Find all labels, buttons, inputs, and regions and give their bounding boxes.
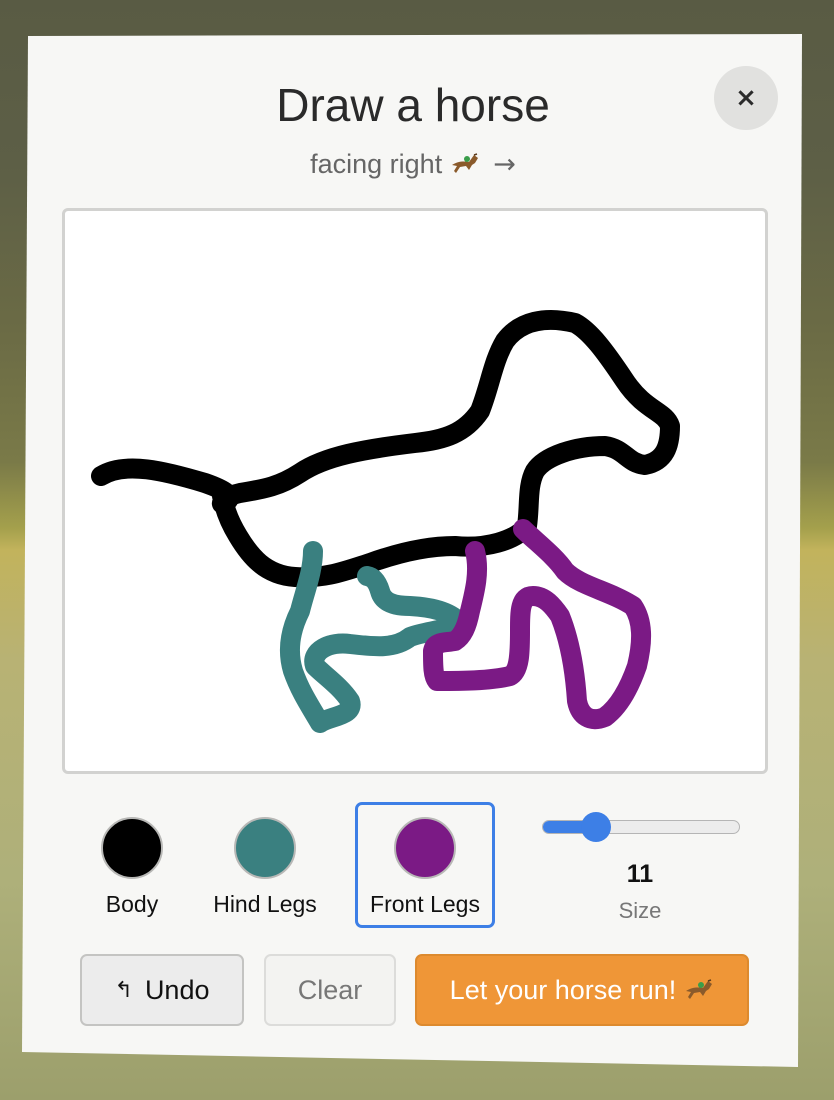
front-legs-stroke xyxy=(423,519,652,730)
swatch-label-front-legs: Front Legs xyxy=(370,891,480,917)
slider-track xyxy=(542,820,740,834)
clear-label: Clear xyxy=(297,974,363,1005)
front-legs-color-dot xyxy=(394,817,456,879)
swatch-front-legs[interactable]: Front Legs xyxy=(355,802,495,928)
undo-label: Undo xyxy=(144,974,210,1005)
run-label: Let your horse run! xyxy=(449,974,677,1005)
brush-size-value: 11 xyxy=(626,860,654,888)
clear-button[interactable]: Clear xyxy=(264,954,396,1026)
swatch-body[interactable]: Body xyxy=(62,802,202,928)
swatch-label-hind-legs: Hind Legs xyxy=(213,891,317,917)
body-stroke xyxy=(91,310,680,588)
undo-icon: ↰ xyxy=(114,977,133,1003)
swatch-hind-legs[interactable]: Hind Legs xyxy=(195,802,335,928)
draw-horse-dialog: × Draw a horse facing right → Body Hind … xyxy=(22,34,802,1067)
drawing-canvas[interactable] xyxy=(62,208,768,774)
body-color-dot xyxy=(101,817,163,879)
hind-legs-color-dot xyxy=(234,817,296,879)
slider-thumb[interactable] xyxy=(580,812,611,842)
run-horse-button[interactable]: Let your horse run! xyxy=(415,954,749,1026)
dialog-title: Draw a horse xyxy=(276,79,550,131)
dialog-subtitle: facing right → xyxy=(22,149,802,180)
brush-size-slider[interactable] xyxy=(540,812,740,842)
brush-size-label: Size xyxy=(618,898,662,923)
subtitle-text: facing right xyxy=(310,149,443,179)
undo-button[interactable]: ↰ Undo xyxy=(80,954,244,1026)
swatch-label-body: Body xyxy=(105,891,159,917)
horse-racing-icon xyxy=(686,979,713,999)
horse-racing-icon xyxy=(451,153,478,173)
arrow-right-icon: → xyxy=(493,149,516,180)
